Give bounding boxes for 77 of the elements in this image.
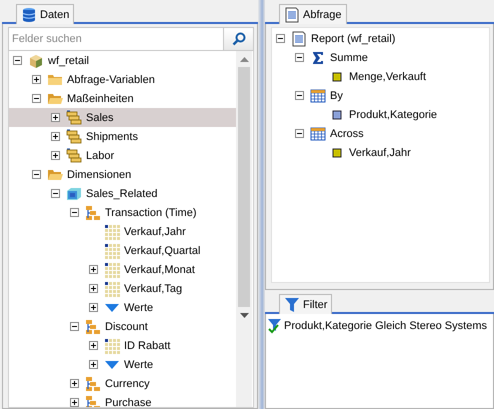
stacked-rows-icon	[66, 148, 82, 164]
hierarchy-icon	[85, 204, 101, 220]
grid-icon	[104, 338, 120, 354]
tree-item[interactable]: Summe	[272, 48, 489, 67]
document-icon	[291, 30, 307, 46]
tree-item[interactable]: Discount	[9, 317, 236, 336]
tree-item[interactable]: Werte	[9, 355, 236, 374]
scrollbar[interactable]	[236, 51, 252, 407]
expand-toggle[interactable]	[89, 360, 98, 369]
expand-toggle[interactable]	[70, 398, 79, 407]
tree-item[interactable]: Shipments	[9, 127, 236, 146]
tree-item[interactable]: Werte	[9, 298, 236, 317]
collapse-toggle[interactable]	[70, 322, 79, 331]
collapse-toggle[interactable]	[295, 129, 304, 138]
tree-item[interactable]: Report (wf_retail)	[272, 29, 489, 48]
expand-toggle[interactable]	[51, 132, 60, 141]
sigma-icon	[310, 50, 326, 66]
expand-toggle[interactable]	[89, 265, 98, 274]
collapse-toggle[interactable]	[32, 170, 41, 179]
document-icon	[284, 6, 300, 22]
collapse-toggle[interactable]	[70, 208, 79, 217]
tree-item[interactable]: Purchase	[9, 393, 236, 407]
grid-icon	[104, 224, 120, 240]
scroll-thumb[interactable]	[238, 67, 250, 307]
collapse-toggle[interactable]	[295, 91, 304, 100]
tree-item[interactable]: Labor	[9, 146, 236, 165]
expand-toggle[interactable]	[89, 303, 98, 312]
tree-item[interactable]: Produkt,Kategorie	[272, 105, 489, 124]
database-icon	[21, 6, 37, 22]
expand-toggle[interactable]	[89, 341, 98, 350]
tree-item[interactable]: Abfrage-Variablen	[9, 70, 236, 89]
hierarchy-icon	[85, 376, 101, 392]
hierarchy-icon	[85, 394, 101, 407]
tree-item[interactable]: Verkauf,Monat	[9, 260, 236, 279]
collapse-toggle[interactable]	[51, 189, 60, 198]
search-button[interactable]	[223, 28, 253, 50]
filter-tab[interactable]: Filter	[279, 294, 332, 314]
tree-item[interactable]: Currency	[9, 374, 236, 393]
box-icon	[66, 186, 82, 202]
cube-icon	[28, 52, 44, 68]
query-tab[interactable]: Abfrage	[279, 4, 347, 24]
tree-item[interactable]: Verkauf,Tag	[9, 279, 236, 298]
collapse-toggle[interactable]	[13, 56, 22, 65]
tree-item[interactable]: By	[272, 86, 489, 105]
expand-toggle[interactable]	[51, 151, 60, 160]
collapse-toggle[interactable]	[295, 53, 304, 62]
tree-item[interactable]: ID Rabatt	[9, 336, 236, 355]
funnel-check-icon	[266, 318, 282, 334]
grid-icon	[104, 262, 120, 278]
tree-item[interactable]: Sales	[9, 108, 236, 127]
collapse-toggle[interactable]	[32, 94, 41, 103]
grid-icon	[104, 280, 120, 296]
tree-item[interactable]: Verkauf,Quartal	[9, 241, 236, 260]
tree-item[interactable]: Verkauf,Jahr	[9, 222, 236, 241]
tree-item[interactable]: Transaction (Time)	[9, 203, 236, 222]
tree-item[interactable]: wf_retail	[9, 51, 236, 70]
expand-toggle[interactable]	[32, 75, 41, 84]
tree-item[interactable]: Sales_Related	[9, 184, 236, 203]
expand-toggle[interactable]	[89, 284, 98, 293]
search-field[interactable]: Felder suchen	[8, 27, 254, 51]
stacked-rows-icon	[66, 110, 82, 126]
filter-item[interactable]: Produkt,Kategorie Gleich Stereo Systems	[266, 318, 493, 334]
collapse-toggle[interactable]	[276, 34, 285, 43]
data-tab[interactable]: Daten	[16, 4, 74, 24]
grid-icon	[104, 242, 120, 258]
table-icon	[310, 126, 326, 142]
tree-item[interactable]: Menge,Verkauft	[272, 67, 489, 86]
table-icon	[310, 88, 326, 104]
tree-item[interactable]: Across	[272, 124, 489, 143]
expand-toggle[interactable]	[70, 379, 79, 388]
hierarchy-icon	[85, 318, 101, 334]
stacked-rows-icon	[66, 128, 82, 144]
tree-item[interactable]: Maßeinheiten	[9, 89, 236, 108]
tree-item[interactable]: Dimensionen	[9, 165, 236, 184]
search-icon	[230, 31, 246, 47]
expand-toggle[interactable]	[51, 113, 60, 122]
tree-item[interactable]: Verkauf,Jahr	[272, 143, 489, 162]
